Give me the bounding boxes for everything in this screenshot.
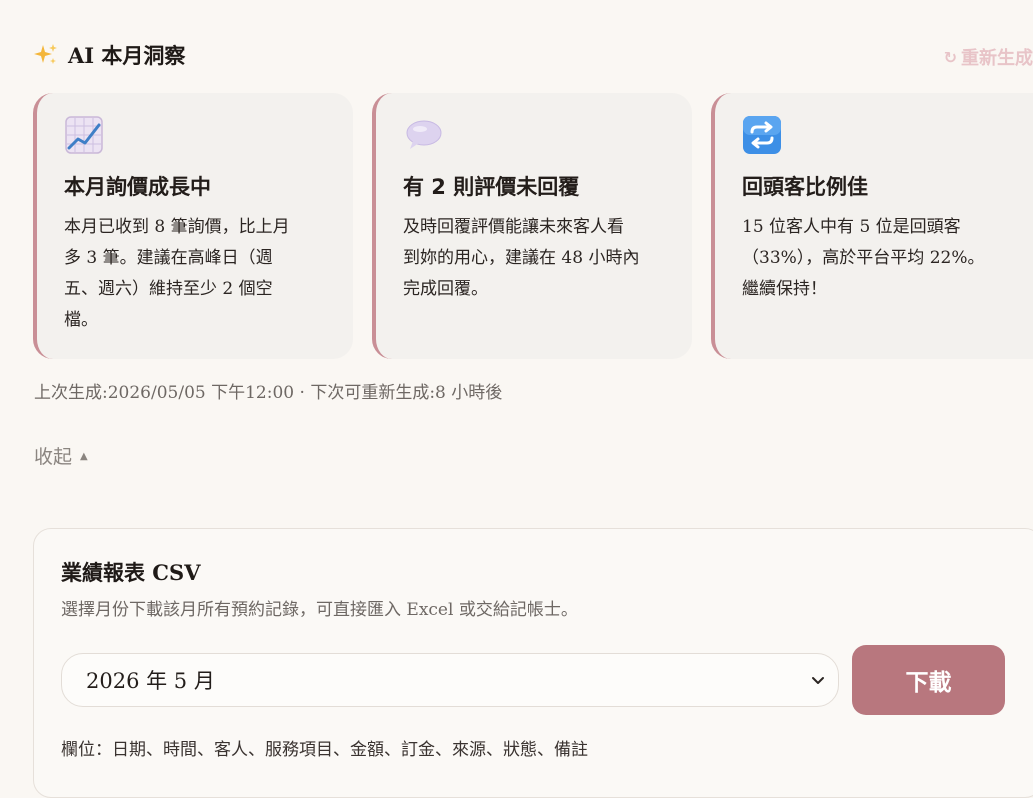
chevron-down-icon — [812, 677, 824, 684]
collapse-label: 收起 — [34, 446, 73, 468]
report-description: 選擇月份下載該月所有預約記錄，可直接匯入 Excel 或交給記帳士。 — [61, 600, 578, 620]
caret-up-icon: ▲ — [80, 451, 88, 462]
speech-bubble-icon — [406, 120, 442, 149]
month-select-value: 2026 年 5 月 — [86, 669, 215, 693]
repeat-icon — [743, 116, 781, 154]
generation-meta: 上次生成:2026/05/05 下午12:00 · 下次可重新生成:8 小時後 — [34, 383, 503, 403]
insight-cards: 本月詢價成長中 本月已收到 8 筆詢價，比上月 多 3 筆。建議在高峰日（週 五… — [33, 93, 1033, 359]
card-title: 本月詢價成長中 — [64, 175, 211, 199]
refresh-icon: ↻ — [943, 47, 957, 67]
card-body: 本月已收到 8 筆詢價，比上月 多 3 筆。建議在高峰日（週 五、週六）維持至少… — [64, 217, 290, 330]
download-button[interactable]: 下載 — [852, 645, 1005, 715]
report-panel: 業績報表 CSV 選擇月份下載該月所有預約記錄，可直接匯入 Excel 或交給記… — [33, 528, 1033, 798]
collapse-toggle[interactable]: 收起 ▲ — [34, 442, 88, 469]
insight-card: 有 2 則評價未回覆 及時回覆評價能讓未來客人看 到妳的用心，建議在 48 小時… — [372, 93, 692, 359]
regenerate-label: 重新生成 — [961, 48, 1033, 69]
card-title: 有 2 則評價未回覆 — [403, 175, 580, 199]
card-title: 回頭客比例佳 — [742, 175, 868, 199]
chart-increasing-icon — [65, 116, 103, 154]
insight-card: 本月詢價成長中 本月已收到 8 筆詢價，比上月 多 3 筆。建議在高峰日（週 五… — [33, 93, 353, 359]
card-body: 15 位客人中有 5 位是回頭客 （33%），高於平台平均 22%。 繼續保持！ — [742, 217, 985, 299]
card-body: 及時回覆評價能讓未來客人看 到妳的用心，建議在 48 小時內 完成回覆。 — [403, 217, 640, 299]
regenerate-button[interactable]: ↻ 重新生成 — [944, 44, 1033, 70]
insights-header: AI 本月洞察 ↻ 重新生成 — [34, 40, 1033, 74]
insights-title: AI 本月洞察 — [34, 40, 185, 70]
month-select[interactable]: 2026 年 5 月 — [61, 653, 839, 707]
sparkles-icon — [34, 44, 57, 64]
insights-title-text: AI 本月洞察 — [68, 43, 186, 68]
report-fields: 欄位：日期、時間、客人、服務項目、金額、訂金、來源、狀態、備註 — [61, 740, 588, 760]
insight-card: 回頭客比例佳 15 位客人中有 5 位是回頭客 （33%），高於平台平均 22%… — [711, 93, 1033, 359]
report-title: 業績報表 CSV — [61, 560, 201, 585]
